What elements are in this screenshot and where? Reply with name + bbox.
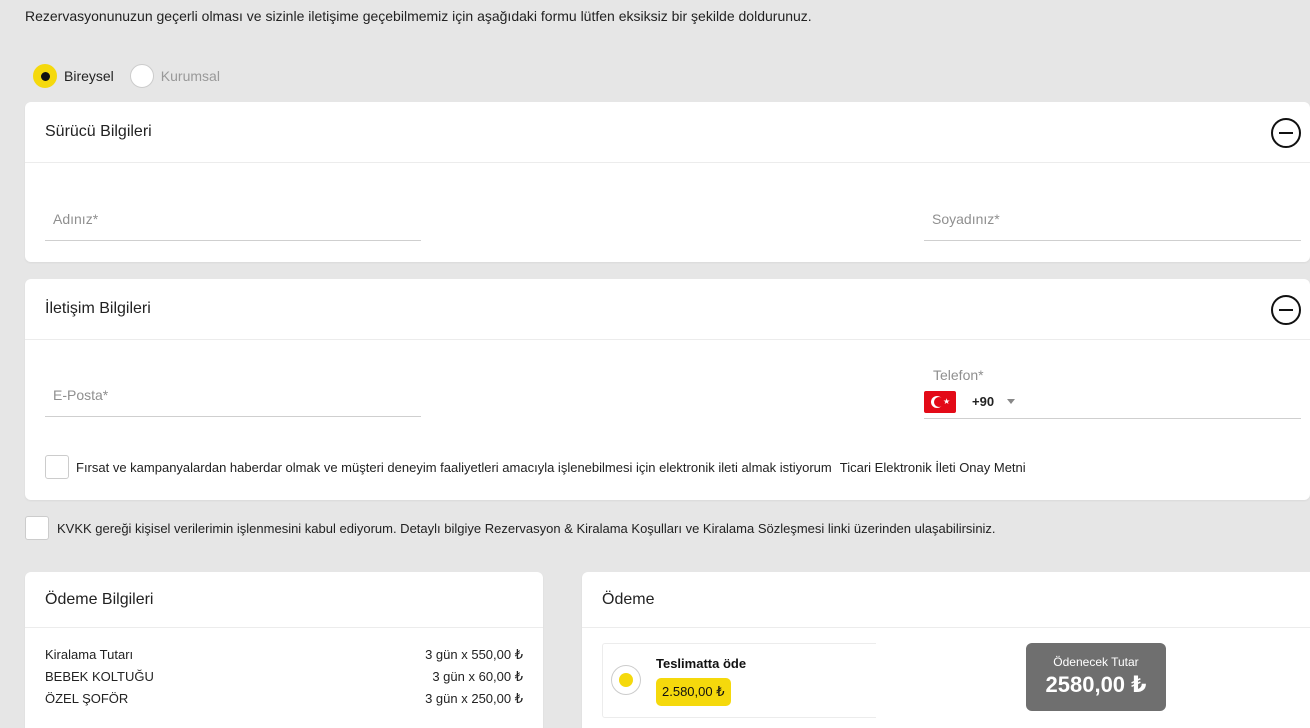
radio-bireysel[interactable] (33, 64, 57, 88)
phone-label: Telefon* (933, 367, 984, 383)
intro-text: Rezervasyonunuzun geçerli olması ve sizi… (25, 8, 812, 24)
payment-header: Ödeme (582, 572, 1310, 628)
last-name-input[interactable] (924, 197, 1301, 240)
radio-kurumsal[interactable] (129, 64, 154, 88)
phone-field: ★ +90 (924, 385, 1301, 419)
turkey-flag-icon[interactable]: ★ (924, 390, 956, 413)
marketing-consent-link[interactable]: Ticari Elektronik İleti Onay Metni (840, 460, 1026, 475)
marketing-consent-checkbox[interactable] (45, 455, 69, 479)
driver-info-card: Sürücü Bilgileri (25, 102, 1310, 262)
payment-card: Ödeme Teslimatta öde 2.580,00 ₺ Ödenecek… (582, 572, 1310, 728)
pay-on-delivery-amount: 2.580,00 ₺ (656, 678, 731, 706)
total-value: 2580,00 ₺ (1045, 672, 1147, 697)
first-name-input[interactable] (45, 197, 421, 240)
email-input[interactable] (45, 373, 421, 416)
last-name-field (924, 197, 1301, 241)
driver-info-title: Sürücü Bilgileri (45, 123, 152, 140)
kvkk-consent-text: KVKK gereği kişisel verilerimin işlenmes… (57, 520, 996, 536)
first-name-field (45, 197, 421, 241)
payment-info-title: Ödeme Bilgileri (45, 590, 154, 608)
payment-row: Kiralama Tutarı 3 gün x 550,00 ₺ (45, 647, 523, 662)
pay-on-delivery-option[interactable]: Teslimatta öde 2.580,00 ₺ (602, 643, 876, 718)
pay-on-delivery-title: Teslimatta öde (656, 656, 747, 671)
kvkk-consent-checkbox[interactable] (25, 516, 49, 540)
marketing-consent-text: Fırsat ve kampanyalardan haberdar olmak … (76, 459, 832, 475)
kvkk-consent: KVKK gereği kişisel verilerimin işlenmes… (25, 516, 996, 540)
contact-info-title: İletişim Bilgileri (45, 300, 151, 317)
caret-down-icon[interactable] (1007, 399, 1016, 404)
radio-kurumsal-label[interactable]: Kurumsal (161, 68, 220, 84)
driver-info-header: Sürücü Bilgileri (25, 102, 1310, 163)
payment-info-header: Ödeme Bilgileri (25, 572, 543, 628)
minus-circle-icon[interactable] (1271, 295, 1301, 325)
email-field (45, 373, 421, 417)
phone-input[interactable] (1023, 385, 1301, 418)
total-label: Ödenecek Tutar (1053, 655, 1139, 669)
pay-on-delivery-radio[interactable] (611, 665, 641, 695)
radio-bireysel-label[interactable]: Bireysel (64, 68, 114, 84)
payment-title: Ödeme (602, 590, 655, 608)
marketing-consent: Fırsat ve kampanyalardan haberdar olmak … (45, 455, 1026, 479)
minus-circle-icon[interactable] (1271, 118, 1301, 148)
payment-row: ÖZEL ŞOFÖR 3 gün x 250,00 ₺ (45, 691, 523, 706)
contact-info-card: İletişim Bilgileri Telefon* ★ +90 Fırsat… (25, 279, 1310, 500)
dial-code[interactable]: +90 (972, 394, 994, 409)
customer-type-selector: Bireysel Kurumsal (33, 64, 236, 88)
contact-info-header: İletişim Bilgileri (25, 279, 1310, 340)
payment-row: BEBEK KOLTUĞU 3 gün x 60,00 ₺ (45, 669, 523, 684)
payment-info-card: Ödeme Bilgileri Kiralama Tutarı 3 gün x … (25, 572, 543, 728)
total-amount-box: Ödenecek Tutar 2580,00 ₺ (1026, 643, 1166, 711)
payment-info-rows: Kiralama Tutarı 3 gün x 550,00 ₺ BEBEK K… (25, 628, 543, 707)
